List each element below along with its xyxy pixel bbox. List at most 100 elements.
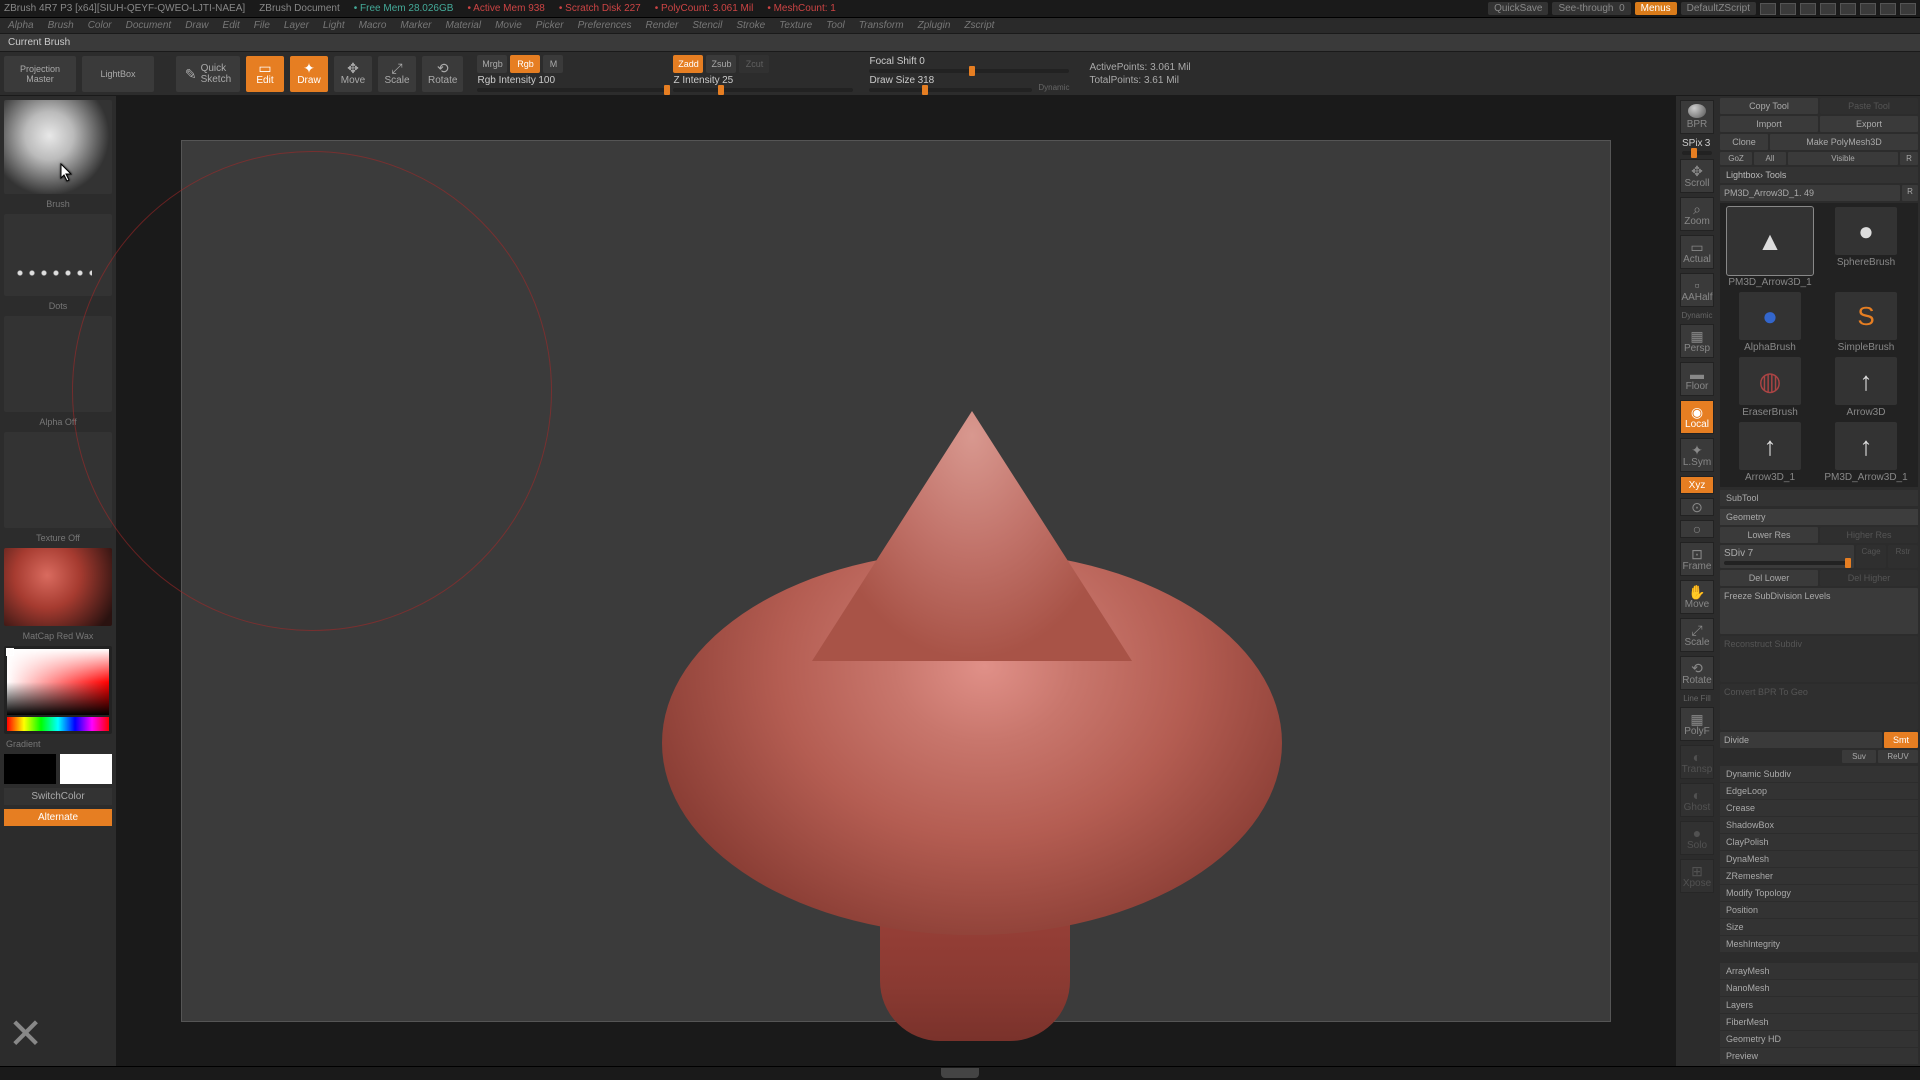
local-button[interactable]: ◉Local bbox=[1680, 400, 1714, 434]
cage-button[interactable]: Cage bbox=[1856, 545, 1886, 568]
rgb-intensity-slider[interactable] bbox=[477, 88, 667, 92]
paste-tool-button[interactable]: Paste Tool bbox=[1820, 98, 1918, 114]
rstr-button[interactable]: Rstr bbox=[1888, 545, 1918, 568]
higher-res-button[interactable]: Higher Res bbox=[1820, 527, 1918, 543]
transp-button[interactable]: ◐Transp bbox=[1680, 745, 1714, 779]
close-button[interactable] bbox=[1900, 3, 1916, 15]
gradient-label[interactable]: Gradient bbox=[4, 738, 112, 750]
win-btn-4[interactable] bbox=[1820, 3, 1836, 15]
tool-item-SimpleBrush[interactable]: SSimpleBrush bbox=[1820, 292, 1912, 353]
menu-zscript[interactable]: Zscript bbox=[960, 20, 998, 31]
mrgb-button[interactable]: Mrgb bbox=[477, 55, 507, 73]
tool-r-button[interactable]: R bbox=[1902, 185, 1918, 201]
goz-button[interactable]: GoZ bbox=[1720, 152, 1752, 165]
menu-brush[interactable]: Brush bbox=[44, 20, 78, 31]
geometry-section[interactable]: Geometry bbox=[1720, 509, 1918, 525]
win-btn-1[interactable] bbox=[1760, 3, 1776, 15]
menu-document[interactable]: Document bbox=[122, 20, 176, 31]
section-arraymesh[interactable]: ArrayMesh bbox=[1720, 963, 1918, 979]
zsub-button[interactable]: Zsub bbox=[706, 55, 736, 73]
see-through-slider[interactable]: See-through 0 bbox=[1552, 2, 1630, 15]
section-modify-topology[interactable]: Modify Topology bbox=[1720, 885, 1918, 901]
section-dynamesh[interactable]: DynaMesh bbox=[1720, 851, 1918, 867]
menu-picker[interactable]: Picker bbox=[532, 20, 568, 31]
default-script-button[interactable]: DefaultZScript bbox=[1681, 2, 1756, 15]
minimize-button[interactable] bbox=[1860, 3, 1876, 15]
section-layers[interactable]: Layers bbox=[1720, 997, 1918, 1013]
pivot-button[interactable]: ⊙ bbox=[1680, 498, 1714, 516]
menu-tool[interactable]: Tool bbox=[822, 20, 849, 31]
actual-button[interactable]: ▭Actual bbox=[1680, 235, 1714, 269]
del-higher-button[interactable]: Del Higher bbox=[1820, 570, 1918, 586]
persp-button[interactable]: ▦Persp bbox=[1680, 324, 1714, 358]
sdiv-slider[interactable]: SDiv 7 bbox=[1720, 545, 1854, 568]
rgb-button[interactable]: Rgb bbox=[510, 55, 540, 73]
stroke-preview[interactable] bbox=[4, 214, 112, 296]
color-black-swatch[interactable] bbox=[4, 754, 56, 784]
maximize-button[interactable] bbox=[1880, 3, 1896, 15]
draw-size-slider[interactable] bbox=[869, 88, 1032, 92]
scale-button[interactable]: ⤢Scale bbox=[378, 56, 416, 92]
material-preview[interactable] bbox=[4, 548, 112, 626]
section-dynamic-subdiv[interactable]: Dynamic Subdiv bbox=[1720, 766, 1918, 782]
lightbox-tools-header[interactable]: Lightbox› Tools bbox=[1720, 167, 1918, 183]
color-picker[interactable] bbox=[4, 646, 112, 734]
spix-slider[interactable] bbox=[1682, 151, 1712, 155]
rotate-button[interactable]: ⟲Rotate bbox=[422, 56, 463, 92]
scroll-button[interactable]: ✥Scroll bbox=[1680, 159, 1714, 193]
menu-movie[interactable]: Movie bbox=[491, 20, 526, 31]
menus-button[interactable]: Menus bbox=[1635, 2, 1677, 15]
scale-rail-button[interactable]: ⤢Scale bbox=[1680, 618, 1714, 652]
m-button[interactable]: M bbox=[543, 55, 563, 73]
xyz-button[interactable]: Xyz bbox=[1680, 476, 1714, 494]
menu-light[interactable]: Light bbox=[319, 20, 349, 31]
section-edgeloop[interactable]: EdgeLoop bbox=[1720, 783, 1918, 799]
polyf-button[interactable]: ▦PolyF bbox=[1680, 707, 1714, 741]
convert-bpr-button[interactable]: Convert BPR To Geo bbox=[1720, 684, 1918, 730]
zcut-button[interactable]: Zcut bbox=[739, 55, 769, 73]
menu-alpha[interactable]: Alpha bbox=[4, 20, 38, 31]
divide-button[interactable]: Divide bbox=[1720, 732, 1882, 748]
section-position[interactable]: Position bbox=[1720, 902, 1918, 918]
section-nanomesh[interactable]: NanoMesh bbox=[1720, 980, 1918, 996]
reconstruct-button[interactable]: Reconstruct Subdiv bbox=[1720, 636, 1918, 682]
tool-item-EraserBrush[interactable]: ◍EraserBrush bbox=[1724, 357, 1816, 418]
aahalf-button[interactable]: ▫AAHalf bbox=[1680, 273, 1714, 307]
export-button[interactable]: Export bbox=[1820, 116, 1918, 132]
menu-file[interactable]: File bbox=[250, 20, 274, 31]
floor-button[interactable]: ▬Floor bbox=[1680, 362, 1714, 396]
menu-layer[interactable]: Layer bbox=[280, 20, 313, 31]
menu-macro[interactable]: Macro bbox=[355, 20, 391, 31]
tool-item-PM3D_Arrow3D_1[interactable]: ▲PM3D_Arrow3D_1 bbox=[1724, 207, 1816, 288]
quick-sketch-button[interactable]: ✎ Quick Sketch bbox=[176, 56, 240, 92]
clone-button[interactable]: Clone bbox=[1720, 134, 1768, 150]
move-button[interactable]: ✥Move bbox=[334, 56, 372, 92]
suv-button[interactable]: Suv bbox=[1842, 750, 1876, 763]
solo-button[interactable]: ●Solo bbox=[1680, 821, 1714, 855]
goz-all-button[interactable]: All bbox=[1754, 152, 1786, 165]
goz-visible-button[interactable]: Visible bbox=[1788, 152, 1898, 165]
smt-button[interactable]: Smt bbox=[1884, 732, 1918, 748]
copy-tool-button[interactable]: Copy Tool bbox=[1720, 98, 1818, 114]
menu-draw[interactable]: Draw bbox=[181, 20, 212, 31]
focal-shift-slider[interactable] bbox=[869, 69, 1069, 73]
move-rail-button[interactable]: ✋Move bbox=[1680, 580, 1714, 614]
lightbox-button[interactable]: LightBox bbox=[82, 56, 154, 92]
menu-render[interactable]: Render bbox=[642, 20, 683, 31]
zoom-button[interactable]: ⌕Zoom bbox=[1680, 197, 1714, 231]
goz-r-button[interactable]: R bbox=[1900, 152, 1918, 165]
unpivot-button[interactable]: ○ bbox=[1680, 520, 1714, 538]
menu-stencil[interactable]: Stencil bbox=[688, 20, 726, 31]
dynamic-label[interactable]: Dynamic bbox=[1038, 83, 1069, 92]
tool-item-AlphaBrush[interactable]: ●AlphaBrush bbox=[1724, 292, 1816, 353]
frame-button[interactable]: ⊡Frame bbox=[1680, 542, 1714, 576]
menu-color[interactable]: Color bbox=[84, 20, 116, 31]
menu-material[interactable]: Material bbox=[442, 20, 486, 31]
import-button[interactable]: Import bbox=[1720, 116, 1818, 132]
freeze-subdiv-button[interactable]: Freeze SubDivision Levels bbox=[1720, 588, 1918, 634]
make-polymesh-button[interactable]: Make PolyMesh3D bbox=[1770, 134, 1918, 150]
reuv-button[interactable]: ReUV bbox=[1878, 750, 1918, 763]
xpose-button[interactable]: ⊞Xpose bbox=[1680, 859, 1714, 893]
section-fibermesh[interactable]: FiberMesh bbox=[1720, 1014, 1918, 1030]
menu-texture[interactable]: Texture bbox=[775, 20, 816, 31]
